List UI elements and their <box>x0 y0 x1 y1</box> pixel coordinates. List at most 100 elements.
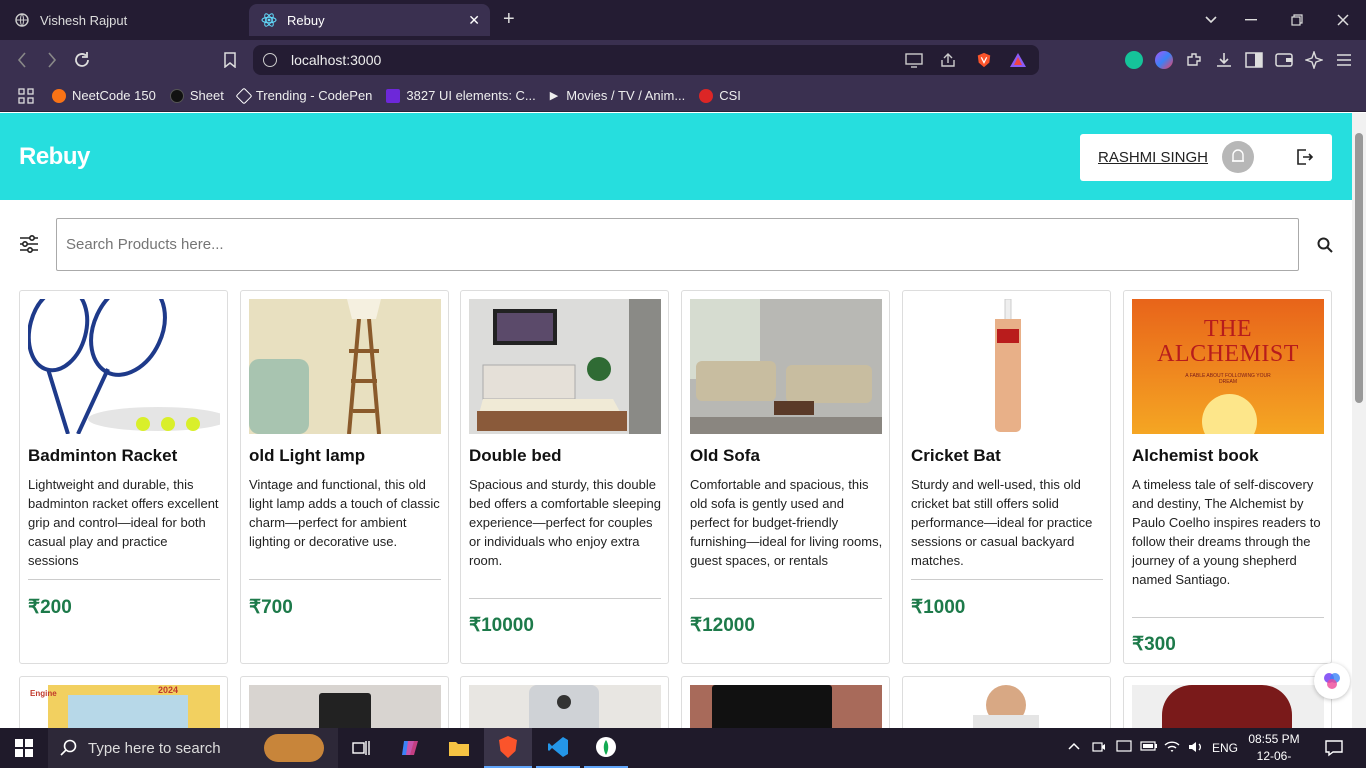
scrollbar-thumb[interactable] <box>1355 133 1363 403</box>
product-title: Old Sofa <box>690 446 760 465</box>
brave-rewards-icon[interactable] <box>1009 52 1027 68</box>
device-shape <box>319 693 371 728</box>
volume-icon[interactable] <box>1188 740 1204 757</box>
product-title: Double bed <box>469 446 562 465</box>
product-card[interactable]: THE ALCHEMIST A FABLE ABOUT FOLLOWING YO… <box>1123 290 1332 664</box>
app-logo[interactable]: Rebuy <box>19 143 90 171</box>
brave-shield-icon[interactable] <box>975 52 993 68</box>
tab-rebuy[interactable]: Rebuy ✕ <box>249 4 490 36</box>
floating-ai-button[interactable] <box>1314 663 1350 699</box>
wallet-icon[interactable] <box>1275 51 1293 69</box>
user-panel: RASHMI SINGH <box>1080 134 1332 181</box>
cast-icon[interactable] <box>905 52 923 68</box>
laptop-shape <box>712 685 832 728</box>
forward-button[interactable] <box>40 48 64 72</box>
extensions-puzzle-icon[interactable] <box>1185 51 1203 69</box>
brave-taskbar-icon[interactable] <box>484 728 532 768</box>
windows-taskbar: Type here to search ENG 08:55 PM 12-06-2… <box>0 728 1366 780</box>
search-icon[interactable] <box>1316 236 1334 254</box>
product-card[interactable] <box>460 676 669 728</box>
file-explorer-icon[interactable] <box>444 728 474 768</box>
app-header: Rebuy RASHMI SINGH <box>0 113 1352 200</box>
sun-shape <box>1202 394 1257 434</box>
mongodb-compass-icon[interactable] <box>584 728 628 768</box>
divider <box>249 579 441 580</box>
task-view-icon[interactable] <box>346 728 376 768</box>
uiverse-icon <box>386 88 401 103</box>
page-viewport: Rebuy RASHMI SINGH Badminton <box>0 113 1352 728</box>
screen-icon[interactable] <box>1116 740 1132 757</box>
book-cover-subtitle: A FABLE ABOUT FOLLOWING YOUR DREAM <box>1185 373 1271 385</box>
filter-sliders-icon[interactable] <box>18 234 40 254</box>
product-card[interactable] <box>681 676 890 728</box>
browser-tab-strip: Vishesh Rajput Rebuy ✕ + <box>0 0 1366 40</box>
taskbar-search-placeholder: Type here to search <box>88 739 221 757</box>
play-icon: ▶ <box>549 90 559 102</box>
divider <box>690 598 882 599</box>
share-icon[interactable] <box>939 52 957 68</box>
language-indicator[interactable]: ENG <box>1212 741 1238 755</box>
clock[interactable]: 08:55 PM 12-06-2025 <box>1246 731 1302 782</box>
apps-grid-icon[interactable] <box>18 87 34 104</box>
minimize-button[interactable] <box>1228 0 1274 40</box>
avatar[interactable] <box>1222 141 1254 173</box>
shirt-shape <box>973 715 1039 728</box>
new-tab-button[interactable]: + <box>503 8 515 31</box>
bookmark-neetcode[interactable]: NeetCode 150 <box>52 88 156 103</box>
product-card[interactable] <box>1123 676 1332 728</box>
product-price: ₹200 <box>28 597 72 618</box>
menu-icon[interactable] <box>1335 51 1353 69</box>
bookmark-csi[interactable]: CSI <box>699 88 741 103</box>
site-info-icon[interactable] <box>263 53 277 67</box>
windows-logo-icon <box>15 739 33 757</box>
product-card[interactable] <box>902 676 1111 728</box>
user-name-link[interactable]: RASHMI SINGH <box>1098 149 1208 166</box>
product-card[interactable]: Badminton Racket Lightweight and durable… <box>19 290 228 664</box>
tray-chevron-icon[interactable] <box>1068 740 1080 754</box>
product-card[interactable]: Cricket Bat Sturdy and well-used, this o… <box>902 290 1111 664</box>
taskbar-search-box[interactable]: Type here to search <box>48 728 338 768</box>
search-icon <box>60 739 77 756</box>
bookmark-codepen[interactable]: Trending - CodePen <box>235 87 372 104</box>
cover-art-shape <box>68 695 188 728</box>
bookmark-movies[interactable]: ▶ Movies / TV / Anim... <box>550 88 685 103</box>
battery-icon[interactable] <box>1140 740 1158 755</box>
downloads-icon[interactable] <box>1215 51 1233 69</box>
notifications-icon[interactable] <box>1316 728 1352 768</box>
react-icon <box>261 12 277 28</box>
grammarly-icon[interactable] <box>1125 51 1143 69</box>
tab-vishesh-rajput[interactable]: Vishesh Rajput <box>0 0 248 40</box>
sidebar-icon[interactable] <box>1245 51 1263 69</box>
product-card[interactable]: old Light lamp Vintage and functional, t… <box>240 290 449 664</box>
meet-icon[interactable] <box>1092 740 1106 757</box>
product-card[interactable] <box>240 676 449 728</box>
book-cover-text: Engine <box>28 685 57 728</box>
address-bar[interactable]: localhost:3000 <box>253 45 1039 75</box>
url-text: localhost:3000 <box>291 52 382 68</box>
product-card[interactable]: Double bed Spacious and sturdy, this dou… <box>460 290 669 664</box>
product-card[interactable]: Engine 2024 <box>19 676 228 728</box>
close-tab-icon[interactable]: ✕ <box>468 12 480 29</box>
back-button[interactable] <box>10 48 34 72</box>
search-input[interactable] <box>56 218 1299 271</box>
product-image <box>911 685 1103 728</box>
leo-ai-icon[interactable] <box>1305 51 1323 69</box>
page-scrollbar[interactable] <box>1352 113 1366 728</box>
reload-button[interactable] <box>70 48 94 72</box>
clock-date: 12-06-2025 <box>1256 749 1292 780</box>
bell-icon <box>1232 149 1244 162</box>
bookmark-icon[interactable] <box>218 48 242 72</box>
start-button[interactable] <box>0 728 48 768</box>
extension-icon[interactable] <box>1155 51 1173 69</box>
bookmark-ui-elements[interactable]: 3827 UI elements: C... <box>386 88 536 103</box>
close-window-button[interactable] <box>1320 0 1366 40</box>
product-card[interactable]: Old Sofa Comfortable and spacious, this … <box>681 290 890 664</box>
product-image <box>469 299 661 434</box>
wifi-icon[interactable] <box>1164 740 1180 757</box>
bookmark-sheet[interactable]: Sheet <box>169 88 224 103</box>
restore-button[interactable] <box>1274 0 1320 40</box>
product-image <box>1132 685 1324 728</box>
vscode-icon[interactable] <box>536 728 580 768</box>
logout-icon[interactable] <box>1296 148 1314 166</box>
copilot-icon[interactable] <box>396 728 426 768</box>
